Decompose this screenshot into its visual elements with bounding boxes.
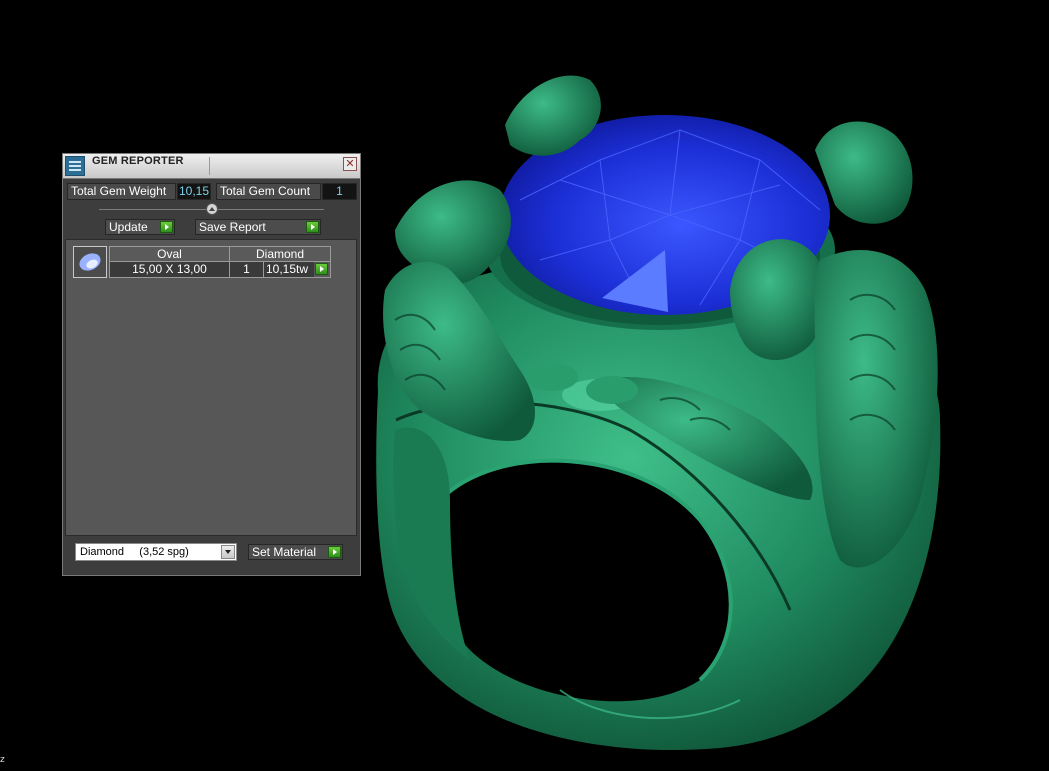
panel-titlebar[interactable]: GEM REPORTER ✕: [63, 154, 360, 179]
play-arrow-icon: [160, 221, 173, 233]
gem-list: Oval Diamond 15,00 X 13,00 1 10,15tw: [65, 239, 357, 536]
total-gem-count-value: 1: [322, 183, 357, 200]
column-header-shape: Oval: [110, 247, 229, 262]
save-report-button-label: Save Report: [199, 220, 266, 234]
gem-weight: 10,15tw: [264, 262, 314, 277]
chevron-down-icon[interactable]: [221, 545, 235, 559]
oval-gem-icon: [79, 253, 101, 271]
save-report-button[interactable]: Save Report: [195, 219, 321, 235]
corner-label: z: [0, 755, 5, 765]
gem-size: 15,00 X 13,00: [110, 262, 229, 277]
total-gem-weight-value: 10,15: [177, 183, 211, 200]
material-select[interactable]: Diamond (3,52 spg): [75, 543, 237, 561]
play-arrow-icon: [306, 221, 319, 233]
gem-table: Oval Diamond 15,00 X 13,00 1 10,15tw: [109, 246, 331, 278]
update-button-label: Update: [109, 220, 148, 234]
update-button[interactable]: Update: [105, 219, 175, 235]
gem-row-go-button[interactable]: [315, 263, 328, 275]
report-icon: [65, 156, 85, 176]
set-material-button-label: Set Material: [252, 545, 317, 559]
column-header-material: Diamond: [230, 247, 330, 262]
gem-thumbnail[interactable]: [73, 246, 107, 278]
title-divider: [209, 157, 210, 175]
total-gem-count-label: Total Gem Count: [216, 183, 321, 200]
gem-stats: Total Gem Weight 10,15 Total Gem Count 1: [67, 183, 359, 200]
panel-title: GEM REPORTER: [92, 155, 184, 167]
gem-count: 1: [230, 262, 263, 277]
play-arrow-icon: [328, 546, 341, 558]
panel-slider-handle[interactable]: [206, 203, 218, 215]
material-select-value: Diamond (3,52 spg): [80, 546, 189, 558]
set-material-button[interactable]: Set Material: [248, 544, 343, 560]
total-gem-weight-label: Total Gem Weight: [67, 183, 176, 200]
gem-reporter-panel: GEM REPORTER ✕ Total Gem Weight 10,15 To…: [62, 153, 361, 576]
close-button[interactable]: ✕: [343, 157, 357, 171]
